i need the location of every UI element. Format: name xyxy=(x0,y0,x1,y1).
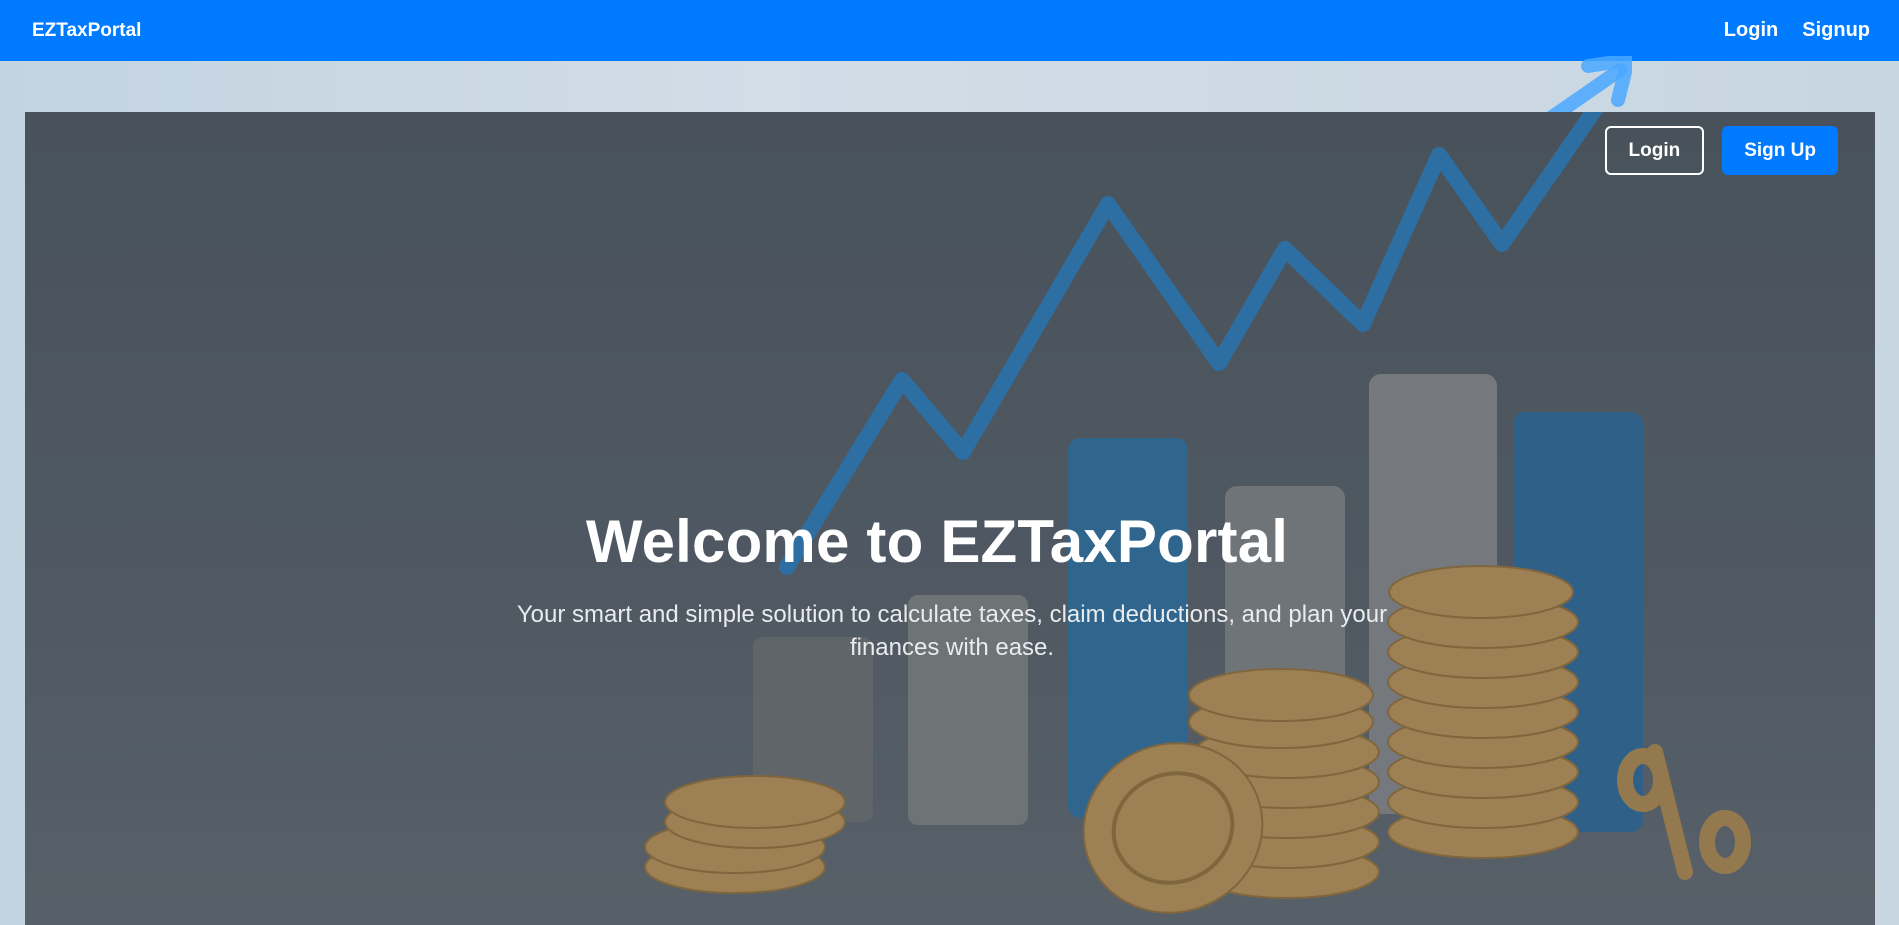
hero-subtitle: Your smart and simple solution to calcul… xyxy=(516,601,1388,661)
hero-section: Login Sign Up Welcome to EZTaxPortal You… xyxy=(25,112,1875,925)
hero-title: Welcome to EZTaxPortal xyxy=(585,508,1289,575)
hero-content: Welcome to EZTaxPortal Your smart and si… xyxy=(25,507,1875,664)
navbar-links: Login Signup xyxy=(1724,19,1870,42)
hero-signup-button[interactable]: Sign Up xyxy=(1722,126,1838,175)
top-navbar: EZTaxPortal Login Signup xyxy=(0,0,1899,61)
hero-auth-actions: Login Sign Up xyxy=(1604,126,1838,175)
navbar-login-link[interactable]: Login xyxy=(1724,19,1778,42)
brand-logo-link[interactable]: EZTaxPortal xyxy=(32,20,141,42)
navbar-signup-link[interactable]: Signup xyxy=(1802,19,1870,42)
hero-login-button[interactable]: Login xyxy=(1604,126,1705,175)
